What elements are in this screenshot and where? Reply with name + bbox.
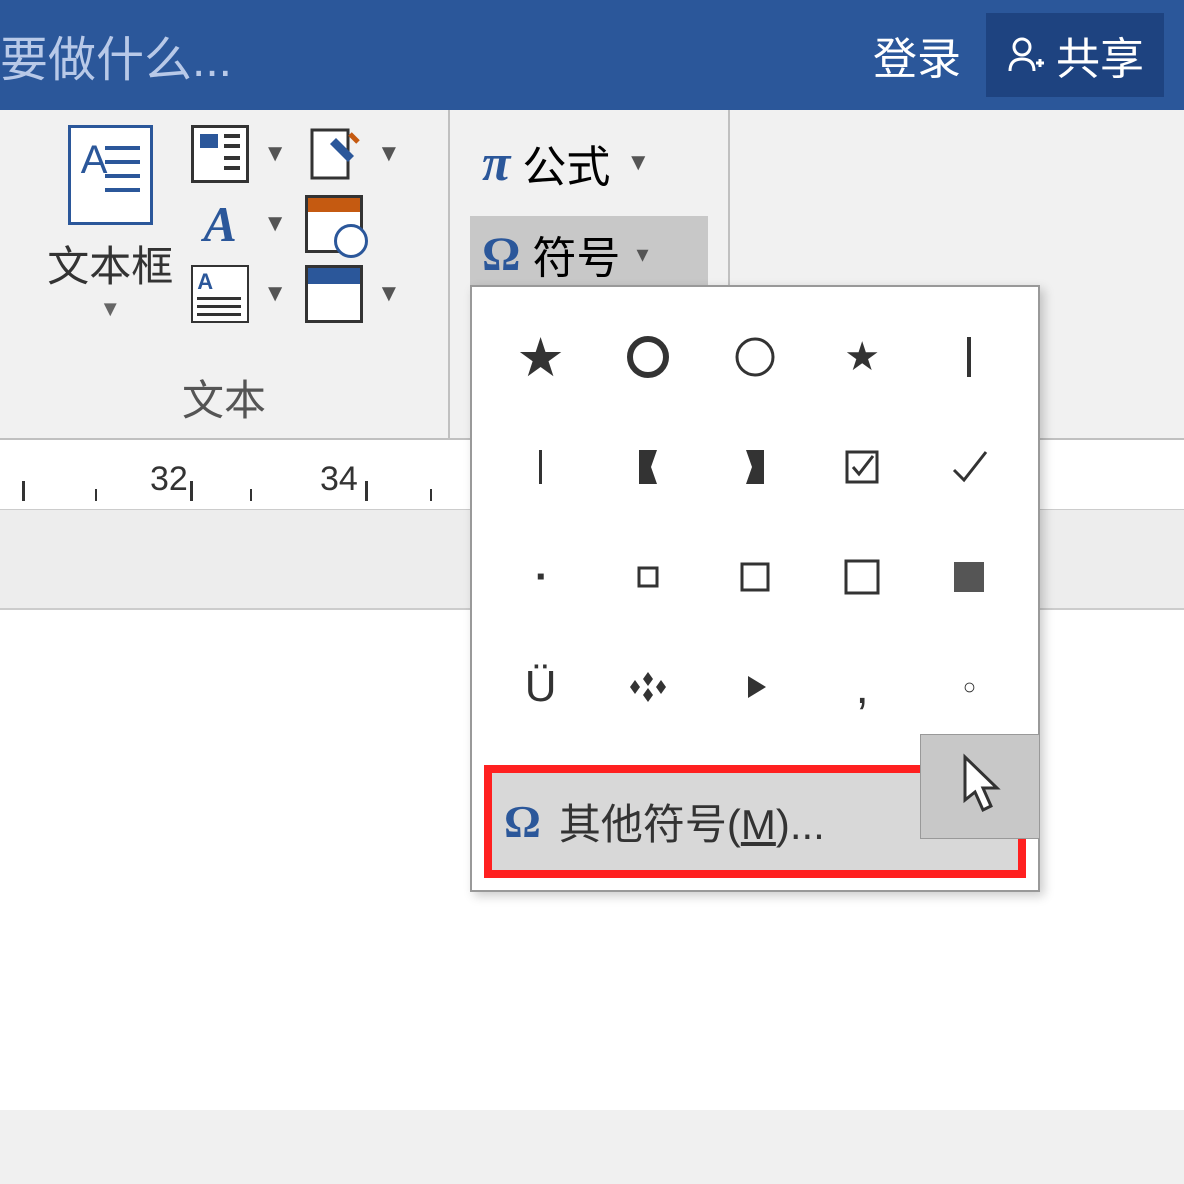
share-label: 共享 — [1056, 23, 1144, 87]
ruler-number: 32 — [150, 460, 188, 499]
symbol-circle-outline[interactable] — [701, 302, 808, 412]
textbox-icon — [68, 125, 153, 225]
datetime-button[interactable] — [305, 195, 401, 253]
cursor-icon — [955, 752, 1005, 822]
login-button[interactable]: 登录 — [873, 23, 961, 87]
quick-parts-icon — [191, 125, 249, 183]
textbox-button[interactable]: 文本框 ▼ — [47, 125, 173, 322]
symbol-circle-thick[interactable] — [594, 302, 701, 412]
more-symbols-label: 其他符号(M)... — [559, 791, 825, 852]
object-button[interactable]: ▼ — [305, 265, 401, 323]
symbol-square-small[interactable] — [594, 522, 701, 632]
quick-parts-button[interactable]: ▼ — [191, 125, 287, 183]
cursor-indicator — [920, 734, 1040, 839]
symbol-small-circle[interactable]: ○ — [916, 632, 1023, 742]
pi-icon: π — [482, 134, 510, 193]
omega-icon: Ω — [482, 227, 520, 282]
symbol-small-square-filled[interactable]: ▪ — [487, 522, 594, 632]
text-group-label: 文本 — [182, 367, 266, 428]
share-person-icon — [1006, 35, 1046, 75]
chevron-down-icon: ▼ — [99, 296, 121, 322]
symbol-square-medium[interactable] — [701, 522, 808, 632]
symbol-square-large[interactable] — [809, 522, 916, 632]
symbol-star-filled[interactable]: ★ — [487, 302, 594, 412]
dropcap-icon — [191, 265, 249, 323]
equation-label: 公式 — [522, 131, 610, 195]
title-bar: 要做什么... 登录 共享 — [0, 0, 1184, 110]
symbol-grid: ★ ★ ▪ Ü , ○ — [472, 287, 1038, 757]
symbol-vertical-bar[interactable] — [487, 412, 594, 522]
symbol-label: 符号 — [532, 222, 620, 286]
textbox-label: 文本框 — [47, 233, 173, 294]
symbol-bracket-left[interactable] — [701, 412, 808, 522]
chevron-down-icon: ▼ — [263, 280, 287, 308]
chevron-down-icon: ▼ — [263, 210, 287, 238]
symbol-checkbox-checked[interactable] — [809, 412, 916, 522]
symbol-square-filled[interactable] — [916, 522, 1023, 632]
symbol-checkmark[interactable] — [916, 412, 1023, 522]
wordart-button[interactable]: A ▼ — [191, 195, 287, 253]
symbol-diamond-cluster[interactable] — [594, 632, 701, 742]
symbol-comma[interactable]: , — [809, 632, 916, 742]
chevron-down-icon: ▼ — [377, 280, 401, 308]
symbol-bracket-right[interactable] — [594, 412, 701, 522]
object-icon — [305, 265, 363, 323]
omega-icon: Ω — [504, 795, 541, 848]
symbol-u-umlaut[interactable]: Ü — [487, 632, 594, 742]
search-placeholder-text[interactable]: 要做什么... — [0, 20, 232, 90]
chevron-down-icon: ▼ — [263, 140, 287, 168]
text-group: 文本框 ▼ ▼ ▼ A ▼ — [0, 110, 450, 438]
ruler-number: 34 — [320, 460, 358, 499]
dropcap-button[interactable]: ▼ — [191, 265, 287, 323]
chevron-down-icon: ▼ — [626, 149, 650, 177]
wordart-icon: A — [191, 195, 249, 253]
datetime-icon — [305, 195, 363, 253]
symbol-vertical-bar[interactable] — [916, 302, 1023, 412]
symbol-triangle-right[interactable] — [701, 632, 808, 742]
signature-icon — [305, 125, 363, 183]
chevron-down-icon: ▼ — [377, 140, 401, 168]
chevron-down-icon: ▾ — [636, 240, 648, 269]
signature-button[interactable]: ▼ — [305, 125, 401, 183]
equation-button[interactable]: π 公式 ▼ — [470, 125, 708, 201]
share-button[interactable]: 共享 — [986, 13, 1164, 97]
title-bar-right: 登录 共享 — [873, 13, 1164, 97]
symbol-star-small[interactable]: ★ — [809, 302, 916, 412]
symbol-button[interactable]: Ω 符号 ▾ — [470, 216, 708, 292]
